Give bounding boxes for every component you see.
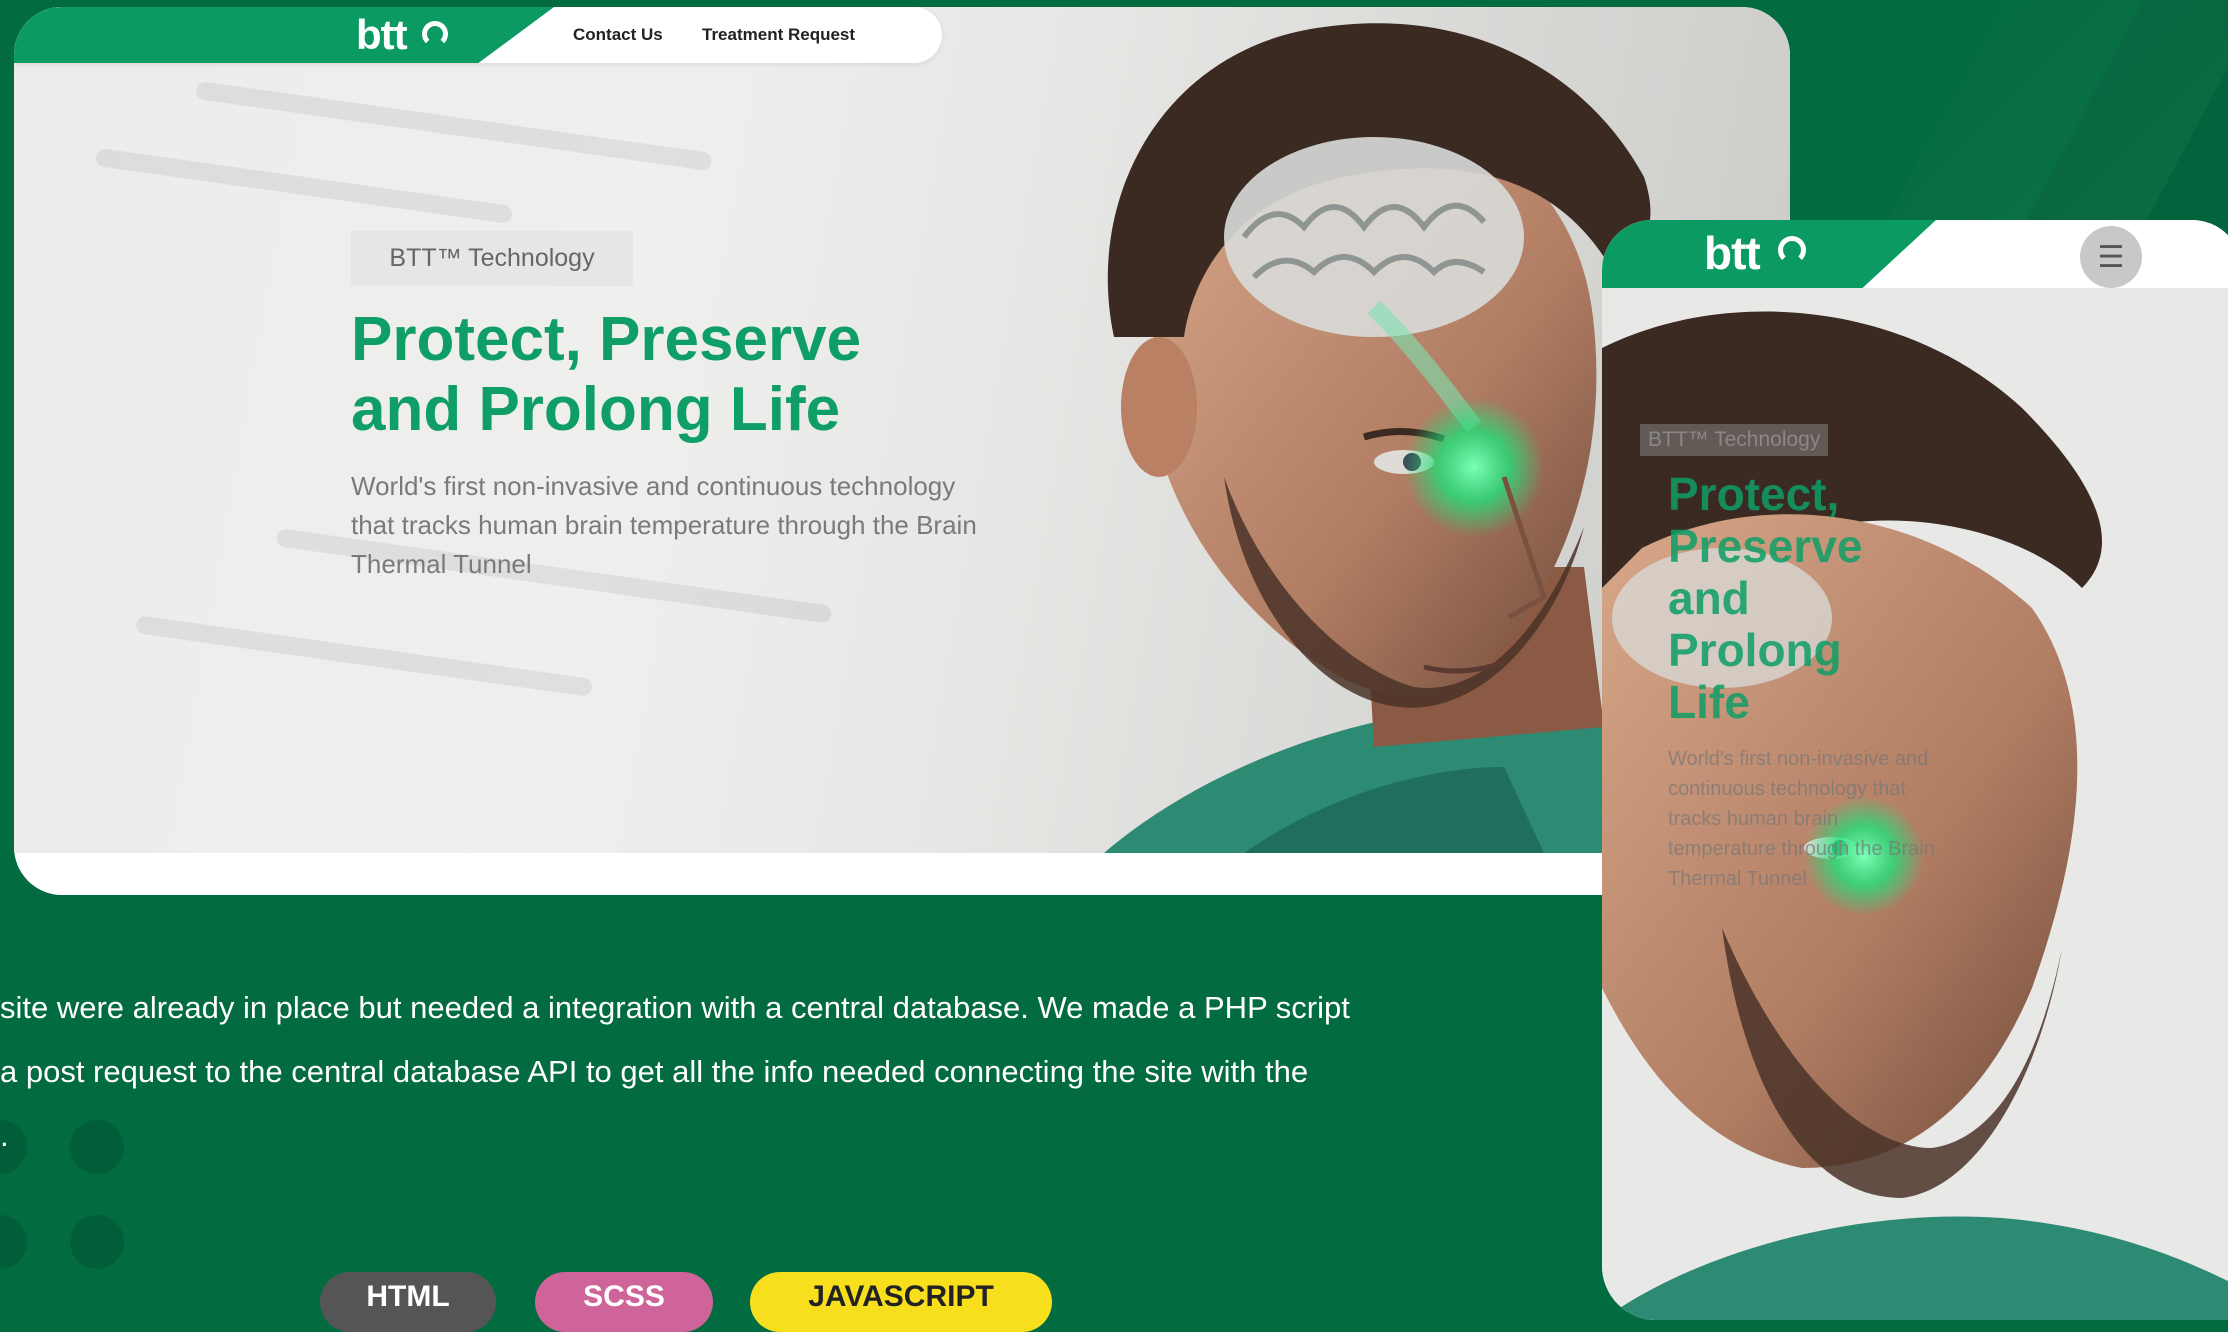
nav-link-contact-us[interactable]: Contact Us <box>573 25 663 45</box>
project-description: site were already in place but needed a … <box>0 976 1400 1168</box>
mobile-navbar: btt ☰ <box>1602 220 2228 288</box>
decorative-streak <box>134 615 594 697</box>
description-line: a post request to the central database A… <box>0 1054 1309 1089</box>
decorative-streak <box>195 80 713 172</box>
hero-subtitle: World's first non-invasive and continuou… <box>351 471 977 579</box>
logo-mark-icon <box>1778 236 1806 264</box>
logo-tab <box>1602 220 1936 288</box>
logo-mark-icon <box>422 21 448 47</box>
hero-subtitle: World's first non-invasive and continuou… <box>1668 748 1935 890</box>
hamburger-menu-button[interactable]: ☰ <box>2080 226 2142 288</box>
hero-title: Protect, Preserve and Prolong Life <box>1668 468 1863 728</box>
logo-tab <box>14 7 554 63</box>
brand-logo[interactable]: btt <box>356 11 408 59</box>
tag-javascript: JAVASCRIPT <box>750 1272 1052 1332</box>
brand-logo[interactable]: btt <box>1704 226 1761 280</box>
technology-badge: BTT™ Technology <box>1640 424 1829 456</box>
description-line: site were already in place but needed a … <box>0 990 1350 1025</box>
tag-scss: SCSS <box>535 1272 713 1332</box>
tag-html: HTML <box>320 1272 496 1332</box>
mobile-mockup: btt ☰ BTT™ Technology Protect, Preserve … <box>1602 220 2228 1320</box>
nav-link-treatment-request[interactable]: Treatment Request <box>702 25 855 45</box>
desktop-mockup: btt Contact Us Treatment Request BTT™ Te… <box>14 7 1790 895</box>
hero-title: Protect, Preserve and Prolong Life <box>351 305 862 444</box>
hamburger-icon: ☰ <box>2097 240 2125 274</box>
description-line: . <box>0 1118 9 1153</box>
desktop-navbar: btt Contact Us Treatment Request <box>14 7 942 63</box>
decorative-streak <box>94 147 514 225</box>
technology-badge: BTT™ Technology <box>351 231 633 286</box>
